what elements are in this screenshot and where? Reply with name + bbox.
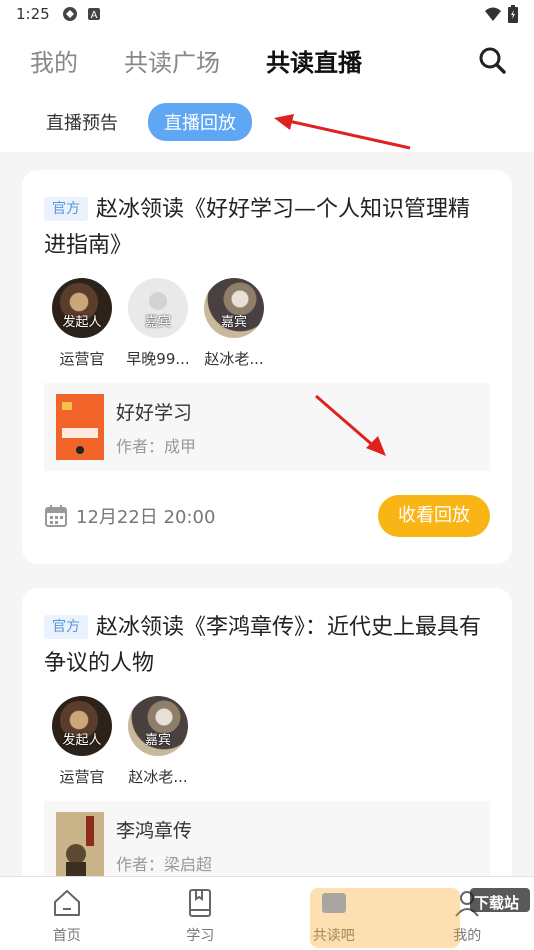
avatar: 发起人 <box>52 278 112 338</box>
battery-icon <box>508 5 518 23</box>
reading-icon <box>321 893 346 913</box>
status-bar: 1:25 A <box>0 0 534 28</box>
search-icon[interactable] <box>476 44 508 76</box>
participant[interactable]: 发起人 运营官 <box>44 278 120 369</box>
participant-list: 发起人 运营官 嘉宾 赵冰老... <box>44 696 490 787</box>
official-badge: 官方 <box>44 197 88 221</box>
role-label: 嘉宾 <box>144 315 171 330</box>
participant[interactable]: 嘉宾 赵冰老... <box>120 696 196 787</box>
book-info[interactable]: 好好学习 作者：成甲 <box>44 383 490 471</box>
book-title: 好好学习 <box>116 401 193 424</box>
avatar: 嘉宾 <box>128 696 188 756</box>
book-cover-image <box>56 394 104 460</box>
participant[interactable]: 嘉宾 赵冰老... <box>196 278 272 369</box>
nav-label: 共读吧 <box>312 928 355 944</box>
book-author: 作者：梁启超 <box>116 854 213 874</box>
participant-name: 运营官 <box>59 350 105 368</box>
book-title: 李鸿章传 <box>116 819 193 842</box>
participant-name: 运营官 <box>59 768 105 786</box>
avatar: 嘉宾 <box>128 278 188 338</box>
avatar: 嘉宾 <box>204 278 264 338</box>
tab-reading-square[interactable]: 共读广场 <box>124 43 220 78</box>
tab-live-replay[interactable]: 直播回放 <box>148 103 252 141</box>
participant-name: 早晚99... <box>126 350 190 368</box>
status-app-icon <box>62 7 77 21</box>
nav-label: 首页 <box>52 928 81 944</box>
role-label: 嘉宾 <box>220 315 247 330</box>
role-label: 嘉宾 <box>144 733 171 748</box>
book-text: 李鸿章传 作者：梁启超 <box>116 816 212 875</box>
card-title: 官方 赵冰领读《好好学习—个人知识管理精进指南》 <box>44 192 490 264</box>
status-time: 1:25 <box>16 5 50 23</box>
top-nav: 我的 共读广场 共读直播 <box>0 28 534 92</box>
user-icon <box>455 891 480 917</box>
tab-live[interactable]: 共读直播 <box>266 43 362 78</box>
nav-label: 我的 <box>453 928 482 944</box>
nav-label: 学习 <box>186 928 215 944</box>
nav-study[interactable]: 学习 <box>134 877 268 950</box>
nav-mine[interactable]: 我的 <box>401 877 534 950</box>
card-footer: 12月22日 20:00 收看回放 <box>44 471 490 561</box>
nav-home[interactable]: 首页 <box>0 877 134 950</box>
sub-tabs: 直播预告 直播回放 <box>0 92 534 152</box>
wifi-icon <box>485 7 501 21</box>
role-label: 发起人 <box>62 733 102 748</box>
book-author: 作者：成甲 <box>116 436 197 456</box>
svg-text:A: A <box>90 10 97 21</box>
card-title-text: 赵冰领读《李鸿章传》：近代史上最具有争议的人物 <box>44 615 482 676</box>
nav-reading-bar[interactable]: 共读吧 <box>267 877 401 950</box>
home-icon <box>53 890 80 916</box>
role-label: 发起人 <box>62 315 102 330</box>
watch-replay-button[interactable]: 收看回放 <box>378 495 490 537</box>
live-card[interactable]: 官方 赵冰领读《李鸿章传》：近代史上最具有争议的人物 发起人 运营官 嘉宾 赵冰老… <box>22 588 512 889</box>
official-badge: 官方 <box>44 615 88 639</box>
notification-icon: A <box>87 8 100 21</box>
tab-live-preview[interactable]: 直播预告 <box>46 103 132 141</box>
participant-list: 发起人 运营官 嘉宾 早晚99... 嘉宾 赵冰老... <box>44 278 490 369</box>
participant-name: 赵冰老... <box>128 768 188 786</box>
live-card[interactable]: 官方 赵冰领读《好好学习—个人知识管理精进指南》 发起人 运营官 嘉宾 早晚99.… <box>22 170 512 564</box>
book-cover-image <box>56 812 104 878</box>
avatar: 发起人 <box>52 696 112 756</box>
participant[interactable]: 发起人 运营官 <box>44 696 120 787</box>
calendar-icon <box>45 505 67 527</box>
tab-mine[interactable]: 我的 <box>30 43 78 78</box>
participant-name: 赵冰老... <box>204 350 264 368</box>
book-text: 好好学习 作者：成甲 <box>116 398 196 457</box>
card-title: 官方 赵冰领读《李鸿章传》：近代史上最具有争议的人物 <box>44 610 490 682</box>
bottom-nav: 首页 学习 共读吧 我的 <box>0 876 534 950</box>
card-title-text: 赵冰领读《好好学习—个人知识管理精进指南》 <box>44 197 471 258</box>
book-icon <box>189 889 212 917</box>
live-datetime: 12月22日 20:00 <box>76 507 216 528</box>
participant[interactable]: 嘉宾 早晚99... <box>120 278 196 369</box>
